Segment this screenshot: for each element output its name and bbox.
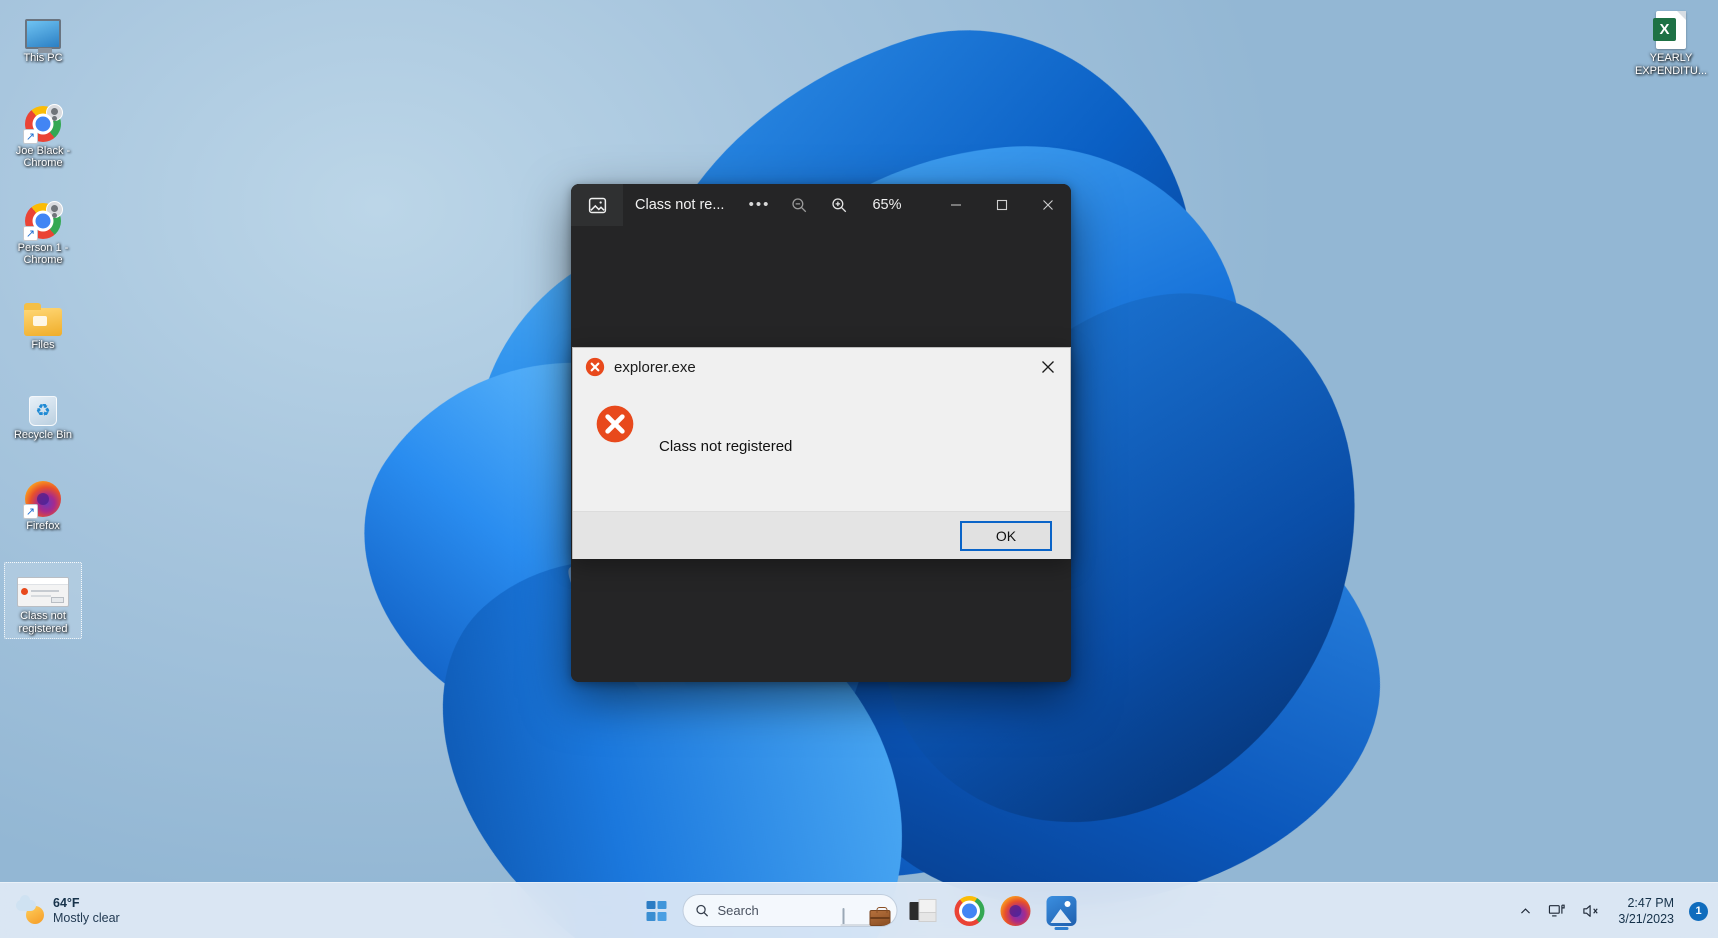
- search-icon: [696, 904, 709, 917]
- search-input[interactable]: Search: [682, 894, 898, 927]
- moon-cloud-icon: [16, 894, 44, 924]
- start-button[interactable]: [637, 891, 677, 931]
- desktop-icon-label: Person 1 - Chrome: [17, 241, 69, 267]
- taskbar-app-photos[interactable]: [1042, 891, 1082, 931]
- desktop-icon-class-not-registered[interactable]: Class not registered: [4, 562, 82, 639]
- taskbar-app-file-explorer[interactable]: [904, 891, 944, 931]
- weather-temperature: 64°F: [53, 895, 80, 910]
- close-icon: [1041, 361, 1054, 373]
- system-tray[interactable]: 2:47 PM 3/21/2023 1: [1512, 883, 1718, 938]
- desktop-icon-recycle-bin[interactable]: Recycle Bin: [4, 381, 82, 446]
- desktop-icon-label: Firefox: [26, 519, 60, 532]
- photos-toolbar[interactable]: ••• 65%: [740, 184, 902, 226]
- desktop-icon-this-pc[interactable]: This PC: [4, 4, 82, 69]
- desktop-icon-label: Recycle Bin: [13, 429, 73, 441]
- clock-button[interactable]: 2:47 PM 3/21/2023: [1609, 895, 1683, 927]
- network-button[interactable]: [1541, 892, 1573, 930]
- network-icon: [1549, 904, 1566, 917]
- tray-date: 3/21/2023: [1618, 912, 1674, 926]
- show-hidden-icons-button[interactable]: [1512, 892, 1539, 930]
- taskbar-weather-widget[interactable]: 64°F Mostly clear: [0, 894, 250, 926]
- error-dialog-message: Class not registered: [659, 438, 793, 455]
- weather-text: 64°F Mostly clear: [53, 896, 120, 926]
- firefox-icon: [1000, 895, 1031, 926]
- photos-app-icon: [571, 184, 623, 226]
- desktop-icon-joe-black-chrome[interactable]: Joe Black - Chrome: [4, 97, 82, 174]
- search-placeholder: Search: [717, 903, 759, 918]
- firefox-shortcut-icon: [6, 477, 80, 519]
- recycle-bin-icon: [6, 386, 80, 426]
- screenshot-file-icon: [6, 567, 80, 607]
- error-dialog-title: explorer.exe: [614, 358, 696, 376]
- desktop-icon-label: This PC: [23, 52, 63, 64]
- desktop-icon-person-1-chrome[interactable]: Person 1 - Chrome: [4, 194, 82, 271]
- excel-file-icon: [1632, 9, 1710, 49]
- weather-condition: Mostly clear: [53, 910, 120, 925]
- taskbar[interactable]: 64°F Mostly clear Search 2:47 PM 3/21/20…: [0, 882, 1718, 938]
- desktop-icon-column: This PC Joe Black - Chrome Person 1 - Ch…: [4, 4, 82, 645]
- desktop[interactable]: This PC Joe Black - Chrome Person 1 - Ch…: [0, 0, 1718, 938]
- error-dialog[interactable]: explorer.exe Class not registered OK: [572, 347, 1071, 559]
- zoom-in-icon: [832, 198, 847, 213]
- tray-time: 2:47 PM: [1627, 896, 1674, 910]
- error-dialog-body: Class not registered: [573, 386, 1070, 511]
- desktop-icon-yearly-expenditure[interactable]: YEARLY EXPENDITU...: [1630, 4, 1712, 87]
- zoom-level-label: 65%: [872, 197, 902, 213]
- chevron-up-icon: [1521, 907, 1531, 914]
- close-button[interactable]: [1025, 184, 1071, 226]
- photos-window-title: Class not re...: [635, 197, 725, 213]
- error-dialog-close-button[interactable]: [1025, 348, 1070, 386]
- desktop-icon-files[interactable]: Files: [4, 291, 82, 356]
- photos-icon: [1046, 895, 1077, 926]
- zoom-out-button[interactable]: [780, 189, 818, 221]
- taskbar-app-firefox[interactable]: [996, 891, 1036, 931]
- desktop-icon-body[interactable]: YEARLY EXPENDITU...: [1630, 4, 1712, 81]
- this-pc-icon: [6, 9, 80, 53]
- photos-title-bar[interactable]: Class not re... ••• 65%: [571, 184, 1071, 226]
- error-dialog-title-bar[interactable]: explorer.exe: [573, 348, 1070, 386]
- error-x-icon: [595, 404, 635, 444]
- ellipsis-icon: •••: [748, 196, 771, 213]
- desktop-icon-label: YEARLY EXPENDITU...: [1634, 52, 1708, 77]
- file-explorer-icon: [909, 898, 938, 923]
- maximize-icon: [996, 199, 1008, 211]
- taskbar-app-chrome[interactable]: [950, 891, 990, 931]
- desktop-icon-label: Class not registered: [18, 610, 68, 635]
- maximize-button[interactable]: [979, 184, 1025, 226]
- chrome-icon: [954, 895, 985, 926]
- ok-button[interactable]: OK: [960, 520, 1052, 551]
- zoom-out-icon: [792, 198, 807, 213]
- folder-icon: [6, 296, 80, 336]
- minimize-icon: [951, 204, 961, 206]
- zoom-in-button[interactable]: [820, 189, 858, 221]
- error-x-icon: [585, 357, 605, 377]
- minimize-button[interactable]: [933, 184, 979, 226]
- desktop-icon-firefox[interactable]: Firefox: [4, 472, 82, 537]
- more-options-button[interactable]: •••: [740, 189, 778, 221]
- photos-window-controls[interactable]: [933, 184, 1071, 226]
- notification-badge[interactable]: 1: [1689, 901, 1708, 921]
- error-dialog-footer: OK: [573, 511, 1070, 559]
- chrome-shortcut-icon: [6, 102, 80, 144]
- desktop-icon-label: Files: [31, 338, 55, 351]
- volume-button[interactable]: [1575, 892, 1607, 930]
- volume-muted-icon: [1583, 905, 1599, 917]
- windows-logo-icon: [646, 900, 667, 921]
- desktop-icon-label: Joe Black - Chrome: [15, 144, 71, 170]
- taskbar-center-group[interactable]: Search: [637, 891, 1082, 931]
- chrome-shortcut-icon: [6, 199, 80, 241]
- search-illustration: [840, 907, 891, 926]
- close-icon: [1043, 200, 1053, 210]
